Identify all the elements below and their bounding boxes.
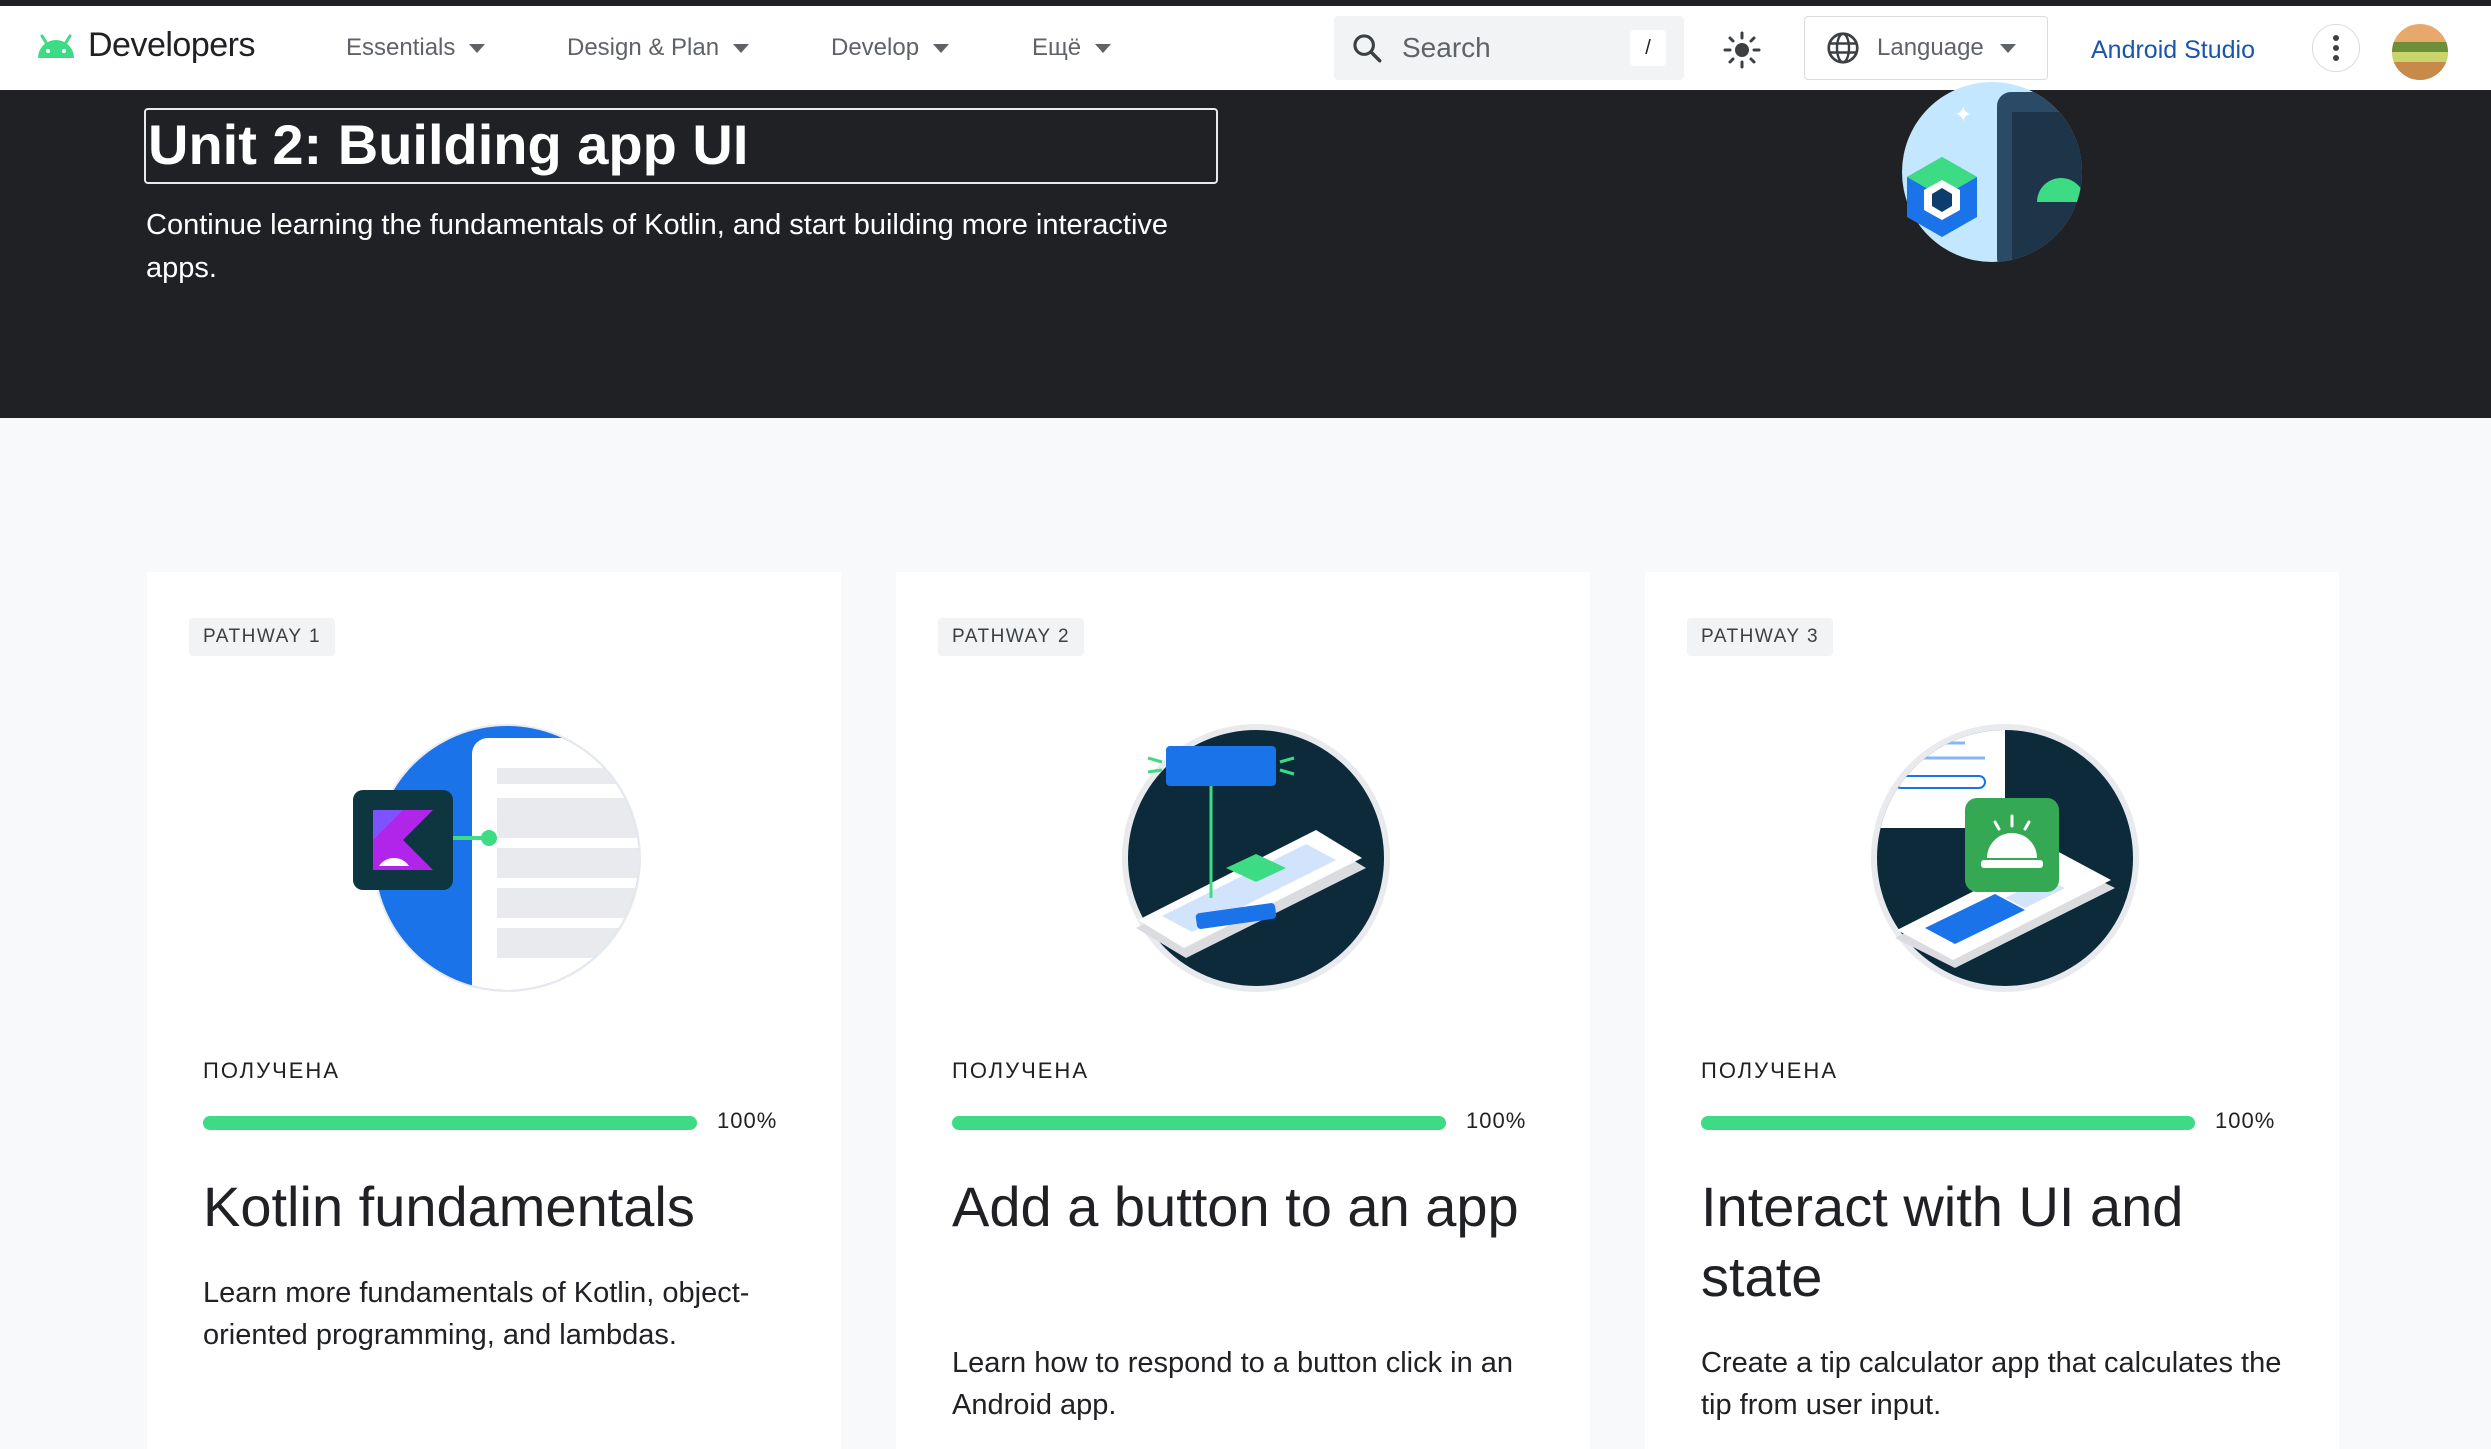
pathway-chip: PATHWAY 1 <box>189 618 336 656</box>
top-nav-bar: Developers Essentials Design & Plan Deve… <box>0 6 2491 90</box>
page-title: Unit 2: Building app UI <box>144 108 1218 184</box>
caret-down-icon <box>469 43 486 53</box>
pathway-card-3[interactable]: PATHWAY 3 ПОЛУЧЕНА 100% Interact with UI… <box>1645 572 2339 1449</box>
progress-percent: 100% <box>2215 1108 2276 1133</box>
android-developers-logo[interactable]: Developers <box>34 26 255 65</box>
nav-more[interactable]: Ещё <box>1032 34 1112 62</box>
pathway-description: Learn how to respond to a button click i… <box>952 1347 1514 1421</box>
pathway-title: Add a button to an app <box>952 1175 1519 1238</box>
sun-icon <box>1723 31 1761 69</box>
pathway-title: Kotlin fundamentals <box>203 1175 695 1238</box>
pathway-card-2[interactable]: PATHWAY 2 ПОЛУЧЕНА 100% Add a button to … <box>896 572 1590 1449</box>
kebab-menu-icon <box>2333 35 2339 61</box>
hero-illustration: ✦ <box>1902 82 2082 262</box>
search-shortcut-key: / <box>1630 30 1666 66</box>
progress-bar <box>203 1116 697 1130</box>
button-pathway-illustration <box>1122 724 1390 992</box>
caret-down-icon <box>1095 43 1112 53</box>
logo-text: Developers <box>88 26 255 64</box>
pathway-chip: PATHWAY 3 <box>1687 618 1834 656</box>
search-input[interactable]: Search / <box>1334 16 1684 80</box>
unit-hero-banner: Unit 2: Building app UI Continue learnin… <box>0 82 2491 418</box>
pathway-card-1[interactable]: PATHWAY 1 ПОЛУЧЕНА 100% Kotlin fundament… <box>147 572 841 1449</box>
progress-bar <box>952 1116 1446 1130</box>
language-selector[interactable]: Language <box>1804 16 2048 80</box>
caret-down-icon <box>933 43 950 53</box>
nav-label: Essentials <box>346 34 456 61</box>
nav-label: Design & Plan <box>567 34 720 61</box>
more-options-button[interactable] <box>2312 24 2360 72</box>
completion-status: ПОЛУЧЕНА <box>1701 1058 1838 1083</box>
progress-percent: 100% <box>1466 1108 1527 1133</box>
search-placeholder: Search <box>1402 32 1491 63</box>
pathway-description: Learn more fundamentals of Kotlin, objec… <box>203 1277 750 1351</box>
progress-bar <box>1701 1116 2195 1130</box>
avatar-image <box>2392 24 2448 80</box>
search-icon <box>1353 34 1382 63</box>
caret-down-icon <box>1999 43 2016 53</box>
svg-text:✦: ✦ <box>1954 103 1972 128</box>
nav-label: Develop <box>831 34 920 61</box>
progress-percent: 100% <box>717 1108 778 1133</box>
android-studio-link[interactable]: Android Studio <box>2091 36 2255 65</box>
user-avatar[interactable] <box>2392 24 2448 80</box>
nav-design-plan[interactable]: Design & Plan <box>567 34 750 62</box>
nav-essentials[interactable]: Essentials <box>346 34 486 62</box>
page-subtitle: Continue learning the fundamentals of Ko… <box>146 209 1169 284</box>
completion-status: ПОЛУЧЕНА <box>203 1058 340 1083</box>
pathway-title: Interact with UI and state <box>1701 1175 2184 1308</box>
nav-develop[interactable]: Develop <box>831 34 950 62</box>
caret-down-icon <box>733 43 750 53</box>
ui-state-pathway-illustration <box>1871 724 2139 992</box>
completion-status: ПОЛУЧЕНА <box>952 1058 1089 1083</box>
android-logo-icon <box>38 34 74 58</box>
pathway-chip: PATHWAY 2 <box>938 618 1085 656</box>
kotlin-pathway-illustration <box>353 724 641 992</box>
nav-label: Ещё <box>1032 34 1082 61</box>
language-label: Language <box>1877 34 1984 61</box>
pathway-description: Create a tip calculator app that calcula… <box>1701 1347 2282 1421</box>
globe-icon <box>1827 32 1859 64</box>
theme-toggle-button[interactable] <box>1722 30 1762 75</box>
